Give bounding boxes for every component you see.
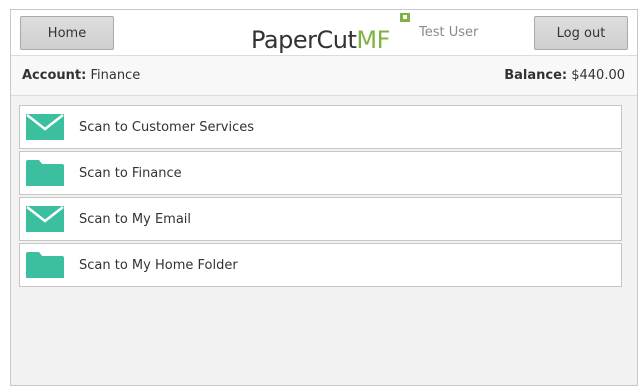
header: Home PaperCut MF Test User Log out: [11, 10, 637, 56]
username: Test User: [419, 25, 479, 40]
papercut-logo: PaperCut MF: [251, 22, 390, 52]
balance-value: $440.00: [571, 68, 625, 83]
folder-icon: [26, 252, 64, 278]
logout-button[interactable]: Log out: [534, 16, 628, 50]
logo-suffix: MF: [356, 26, 390, 54]
scan-action-label: Scan to Finance: [79, 165, 182, 181]
app-window: Home PaperCut MF Test User Log out Accoun…: [10, 9, 638, 386]
scan-action-customer-services[interactable]: Scan to Customer Services: [19, 105, 622, 149]
scan-action-list: Scan to Customer Services Scan to Financ…: [19, 105, 622, 289]
home-button[interactable]: Home: [20, 16, 114, 50]
envelope-icon: [26, 114, 64, 140]
account-info: Account: Finance: [22, 68, 140, 83]
scan-action-label: Scan to My Home Folder: [79, 257, 238, 273]
balance-info: Balance: $440.00: [504, 68, 625, 83]
scan-action-label: Scan to Customer Services: [79, 119, 255, 135]
scan-action-finance[interactable]: Scan to Finance: [19, 151, 622, 195]
account-bar: Account: Finance Balance: $440.00: [11, 56, 637, 96]
folder-icon: [26, 160, 64, 186]
scan-action-my-email[interactable]: Scan to My Email: [19, 197, 622, 241]
envelope-icon: [26, 206, 64, 232]
logo-flag-icon: [400, 13, 410, 22]
logo-text: PaperCut: [251, 26, 357, 54]
scan-action-home-folder[interactable]: Scan to My Home Folder: [19, 243, 622, 287]
balance-label: Balance:: [504, 68, 568, 83]
account-label: Account:: [22, 68, 87, 83]
scan-action-label: Scan to My Email: [79, 211, 192, 227]
account-value: Finance: [90, 68, 141, 83]
